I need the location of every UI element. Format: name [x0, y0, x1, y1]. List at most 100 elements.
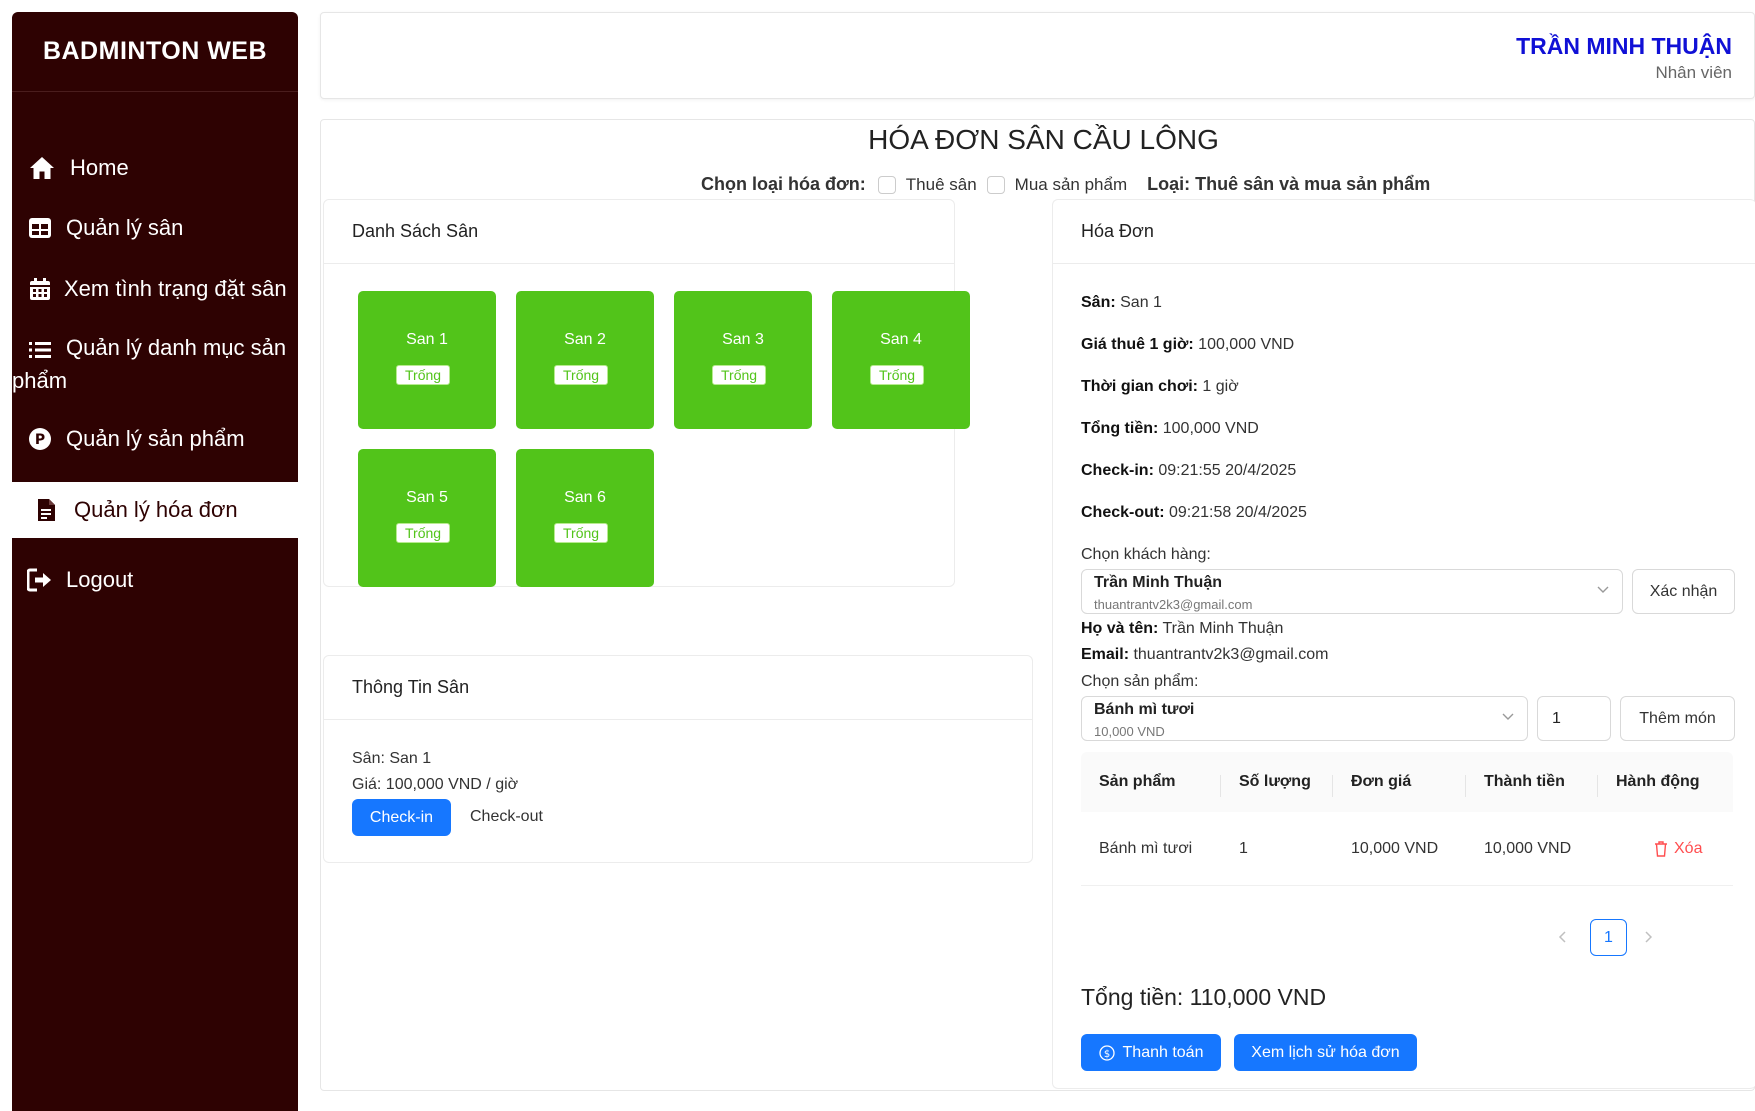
invoice-main-card: HÓA ĐƠN SÂN CẦU LÔNG Chọn loại hóa đơn: … [320, 119, 1755, 1091]
court-info-title: Thông Tin Sân [324, 656, 1032, 720]
court-status-badge: Trống [712, 365, 767, 385]
invoice-checkin: Check-in: 09:21:55 20/4/2025 [1081, 462, 1296, 480]
court-status-badge: Trống [396, 523, 451, 543]
cell-product: Bánh mì tươi [1099, 839, 1193, 857]
invoice-checkout-value: 09:21:58 20/4/2025 [1164, 504, 1307, 521]
court-status-badge: Trống [554, 523, 609, 543]
sidebar-item-label: Quản lý sản phẩm [66, 426, 245, 451]
invoice-type-label: Chọn loại hóa đơn: [701, 174, 866, 194]
col-product: Sản phẩm [1081, 773, 1221, 797]
customer-select-email: thuantrantv2k3@gmail.com [1094, 597, 1253, 612]
customer-select[interactable]: Trần Minh Thuận thuantrantv2k3@gmail.com [1081, 569, 1623, 614]
sidebar-item-label: Logout [66, 567, 134, 592]
add-product-button[interactable]: Thêm món [1620, 696, 1735, 741]
col-amount: Thành tiền [1466, 773, 1598, 797]
top-header: TRẦN MINH THUẬN Nhân viên [320, 12, 1755, 99]
rent-court-option[interactable]: Thuê sân [877, 174, 977, 195]
sidebar-item-category-management[interactable]: Quản lý danh mục sản phẩm [12, 331, 298, 397]
invoice-type-value: Loại: Thuê sân và mua sản phẩm [1147, 174, 1431, 194]
court-name: San 4 [880, 331, 922, 348]
pagination-page-1[interactable]: 1 [1590, 919, 1627, 956]
dollar-circle-icon: $ [1098, 1044, 1115, 1061]
svg-text:P: P [35, 432, 45, 448]
pay-button[interactable]: $ Thanh toán [1081, 1034, 1221, 1071]
fullname-value: Trần Minh Thuận [1158, 620, 1284, 637]
buy-product-option[interactable]: Mua sản phẩm [986, 174, 1128, 195]
invoice-history-button[interactable]: Xem lịch sử hóa đơn [1234, 1034, 1417, 1071]
table-icon [26, 214, 54, 242]
customer-fullname: Họ và tên: Trần Minh Thuận [1081, 620, 1283, 638]
cell-quantity: 1 [1239, 839, 1248, 857]
brand-title: BADMINTON WEB [12, 12, 298, 92]
delete-item-button[interactable]: Xóa [1616, 840, 1733, 858]
sidebar-item-home[interactable]: Home [12, 148, 298, 188]
invoice-icon [32, 496, 60, 524]
court-card[interactable]: San 4 Trống [832, 291, 970, 429]
pagination-next[interactable] [1642, 930, 1654, 949]
buy-product-checkbox[interactable] [986, 175, 1005, 194]
pagination-prev[interactable] [1557, 930, 1569, 949]
invoice-play-time: Thời gian chơi: 1 giờ [1081, 378, 1239, 396]
court-card[interactable]: San 5 Trống [358, 449, 496, 587]
sidebar-item-label-line2: phẩm [12, 368, 68, 393]
court-card[interactable]: San 1 Trống [358, 291, 496, 429]
rent-court-option-label: Thuê sân [905, 174, 977, 194]
sidebar-item-label: Quản lý hóa đơn [74, 497, 238, 522]
email-value: thuantrantv2k3@gmail.com [1129, 646, 1329, 663]
chevron-right-icon [1645, 931, 1653, 943]
quantity-input[interactable]: 1 [1537, 696, 1611, 741]
user-role: Nhân viên [1655, 63, 1732, 82]
court-name: San 3 [722, 331, 764, 348]
checkin-button[interactable]: Check-in [352, 799, 451, 836]
sidebar-item-product-management[interactable]: P Quản lý sản phẩm [12, 419, 298, 459]
table-row: Bánh mì tươi 1 10,000 VND 10,000 VND Xóa [1081, 812, 1733, 886]
invoice-checkin-label: Check-in: [1081, 462, 1154, 479]
court-status-badge: Trống [870, 365, 925, 385]
product-select-price: 10,000 VND [1094, 724, 1165, 739]
product-select[interactable]: Bánh mì tươi 10,000 VND [1081, 696, 1528, 741]
logout-icon [26, 566, 54, 594]
invoice-checkout-label: Check-out: [1081, 504, 1165, 521]
chevron-left-icon [1558, 931, 1566, 943]
invoice-price-value: 100,000 VND [1193, 336, 1295, 353]
rent-court-checkbox[interactable] [877, 175, 896, 194]
calendar-icon [26, 275, 54, 303]
sidebar-item-logout[interactable]: Logout [12, 560, 298, 600]
court-info-price: Giá: 100,000 VND / giờ [352, 776, 519, 793]
invoice-checkin-value: 09:21:55 20/4/2025 [1153, 462, 1297, 479]
sidebar-item-booking-status[interactable]: Xem tình trạng đặt sân [12, 269, 298, 309]
buy-product-option-label: Mua sản phẩm [1014, 174, 1128, 194]
list-icon [26, 336, 54, 364]
invoice-total-value: 100,000 VND [1158, 420, 1259, 437]
court-card[interactable]: San 2 Trống [516, 291, 654, 429]
invoice-checkout: Check-out: 09:21:58 20/4/2025 [1081, 504, 1307, 522]
invoice-time-value: 1 giờ [1197, 378, 1239, 395]
cell-amount: 10,000 VND [1484, 839, 1572, 857]
invoice-hourly-price: Giá thuê 1 giờ: 100,000 VND [1081, 336, 1294, 354]
invoice-court: Sân: San 1 [1081, 294, 1162, 312]
court-name: San 2 [564, 331, 606, 348]
email-label: Email: [1081, 646, 1130, 663]
invoice-court-total: Tổng tiền: 100,000 VND [1081, 420, 1259, 438]
svg-text:$: $ [1103, 1049, 1109, 1060]
pay-button-label: Thanh toán [1122, 1043, 1204, 1061]
sidebar-item-court-management[interactable]: Quản lý sân [12, 208, 298, 248]
table-header: Sản phẩm Số lượng Đơn giá Thành tiền Hàn… [1081, 752, 1733, 812]
court-name: San 6 [564, 489, 606, 506]
sidebar-item-invoice-management[interactable]: Quản lý hóa đơn [12, 482, 298, 538]
court-info-name: Sân: San 1 [352, 750, 432, 767]
customer-select-name: Trần Minh Thuận [1094, 574, 1222, 591]
court-status-badge: Trống [396, 365, 451, 385]
court-card[interactable]: San 3 Trống [674, 291, 812, 429]
fullname-label: Họ và tên: [1081, 620, 1159, 637]
checkout-button[interactable]: Check-out [470, 808, 543, 826]
customer-prompt: Chọn khách hàng: [1081, 546, 1211, 563]
court-list-panel: Danh Sách Sân San 1 Trống San 2 Trống Sa… [323, 199, 970, 587]
page-title: HÓA ĐƠN SÂN CẦU LÔNG [868, 124, 1219, 155]
sidebar-item-label: Home [70, 155, 129, 180]
court-card[interactable]: San 6 Trống [516, 449, 654, 587]
user-name: TRẦN MINH THUẬN [1516, 33, 1732, 59]
product-icon: P [26, 425, 54, 453]
confirm-customer-button[interactable]: Xác nhận [1632, 569, 1735, 614]
invoice-type-row: Chọn loại hóa đơn: Thuê sân Mua sản phẩm… [701, 174, 1430, 195]
